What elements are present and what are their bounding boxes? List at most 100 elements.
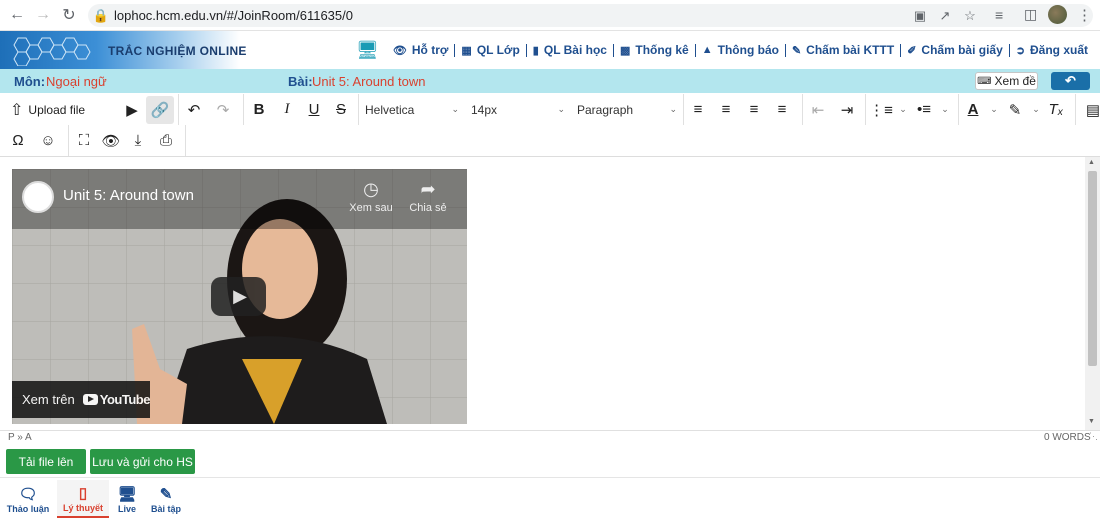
omega-icon[interactable]: Ω bbox=[0, 127, 36, 155]
play-icon: ▶ bbox=[233, 286, 247, 306]
youtube-label: YouTube bbox=[99, 392, 151, 407]
tab-ly-thuyet[interactable]: ▯ Lý thuyết bbox=[57, 480, 109, 518]
bai-value: Unit 5: Around town bbox=[312, 74, 426, 89]
channel-avatar[interactable] bbox=[22, 181, 54, 213]
tab-label: Bài tập bbox=[150, 503, 181, 514]
address-bar[interactable]: 🔒 lophoc.hcm.edu.vn/#/JoinRoom/611635/0 … bbox=[88, 4, 1093, 27]
link-icon[interactable]: 🔗 bbox=[146, 95, 174, 124]
chevron-down-icon[interactable]: ⌄ bbox=[1029, 96, 1043, 124]
text-color-icon[interactable]: A bbox=[959, 96, 987, 124]
menu-kebab-icon[interactable]: ⋮ bbox=[1077, 6, 1092, 24]
hexagon-logo-icon bbox=[13, 37, 91, 66]
fullscreen-icon[interactable]: ⛶ bbox=[69, 127, 99, 155]
tab-label: Lý thuyết bbox=[62, 502, 103, 513]
resize-handle-icon[interactable]: ⋱ bbox=[1089, 431, 1098, 442]
view-exam-button[interactable]: ⌨ Xem đề bbox=[975, 72, 1038, 90]
logout-icon: ➲ bbox=[1015, 44, 1025, 57]
preview-eye-icon[interactable]: 👁 bbox=[99, 127, 123, 155]
strikethrough-icon[interactable]: S bbox=[328, 96, 354, 124]
element-path[interactable]: P » A bbox=[8, 432, 32, 443]
nav-label: Chấm bài giấy bbox=[921, 43, 1003, 57]
nav-ql-bai-hoc[interactable]: ▮ QL Bài học bbox=[527, 43, 614, 57]
font-family-select[interactable]: Helvetica ⌄ bbox=[359, 96, 465, 124]
nav-label: Hỗ trợ bbox=[411, 43, 449, 57]
scroll-down-icon[interactable]: ▼ bbox=[1088, 418, 1095, 425]
numbered-list-icon[interactable]: ⋮≡ bbox=[866, 96, 896, 124]
chevron-down-icon[interactable]: ⌄ bbox=[987, 96, 1001, 124]
nav-thong-bao[interactable]: ▲ Thông báo bbox=[696, 43, 786, 57]
font-size-select[interactable]: 14px ⌄ bbox=[465, 96, 571, 124]
tab-live[interactable]: 🖥 Live bbox=[112, 480, 142, 518]
mon-value: Ngoại ngữ bbox=[46, 74, 107, 89]
reload-icon[interactable]: ↻ bbox=[56, 2, 82, 28]
scroll-thumb[interactable] bbox=[1088, 171, 1097, 366]
redo-icon[interactable]: ↷ bbox=[209, 96, 237, 124]
download-icon[interactable]: ⤓ bbox=[123, 127, 153, 155]
chevron-down-icon[interactable]: ⌄ bbox=[938, 96, 952, 124]
nav-dang-xuat[interactable]: ➲ Đăng xuất bbox=[1010, 43, 1094, 57]
align-justify-icon[interactable]: ≡ bbox=[768, 96, 796, 124]
editor-content[interactable]: Unit 5: Around town ◷ Xem sau ➦ Chia sẻ … bbox=[0, 157, 1100, 430]
clock-icon: ◷ bbox=[363, 179, 379, 199]
page-break-icon[interactable]: ▤ bbox=[1076, 96, 1100, 124]
edit-icon: ✎ bbox=[791, 44, 802, 57]
italic-icon[interactable]: I bbox=[274, 96, 300, 124]
watch-on-youtube-button[interactable]: Xem trên YouTube bbox=[12, 381, 150, 418]
upload-file-action-button[interactable]: Tải file lên bbox=[6, 449, 86, 474]
nav-ql-lop[interactable]: ▦ QL Lớp bbox=[455, 43, 527, 57]
monitor-icon[interactable]: 🖥 bbox=[356, 40, 379, 61]
highlight-icon[interactable]: ✎ bbox=[1001, 96, 1029, 124]
back-arrow-icon[interactable]: ← bbox=[4, 2, 30, 28]
nav-cham-bai-giay[interactable]: ✐ Chấm bài giấy bbox=[901, 43, 1010, 57]
indent-icon[interactable]: ⇥ bbox=[833, 96, 861, 124]
back-button[interactable]: ↶ bbox=[1051, 72, 1090, 90]
youtube-video-embed[interactable]: Unit 5: Around town ◷ Xem sau ➦ Chia sẻ … bbox=[12, 169, 467, 424]
chevron-down-icon[interactable]: ⌄ bbox=[896, 96, 910, 124]
media-icon[interactable]: ▶ bbox=[118, 96, 146, 124]
block-format-select[interactable]: Paragraph ⌄ bbox=[571, 96, 683, 124]
star-icon[interactable]: ☆ bbox=[961, 7, 979, 25]
nav-cham-bai-kttt[interactable]: ✎ Chấm bài KTTT bbox=[786, 43, 902, 57]
bullet-list-icon[interactable]: •≡ bbox=[910, 96, 938, 124]
youtube-logo-icon bbox=[82, 394, 98, 405]
app-header: TRẮC NGHIỆM ONLINE 🖥 👁 Hỗ trợ ▦ QL Lớp ▮ QL… bbox=[0, 31, 1100, 69]
align-right-icon[interactable]: ≡ bbox=[740, 96, 768, 124]
outdent-icon[interactable]: ⇤ bbox=[803, 96, 833, 124]
save-send-button[interactable]: Lưu và gửi cho HS bbox=[90, 449, 195, 474]
tab-label: Live bbox=[117, 503, 136, 514]
share-button[interactable]: ➦ Chia sẻ bbox=[406, 179, 450, 214]
watch-later-button[interactable]: ◷ Xem sau bbox=[348, 179, 394, 214]
nav-ho-tro[interactable]: 👁 Hỗ trợ bbox=[387, 43, 456, 57]
emoji-icon[interactable]: ☺ bbox=[36, 127, 60, 155]
camera-icon[interactable]: ▣ bbox=[911, 7, 929, 25]
nav-label: Thống kê bbox=[635, 43, 689, 57]
editor-scrollbar[interactable]: ▲ ▼ bbox=[1085, 157, 1100, 430]
nav-thong-ke[interactable]: ▩ Thống kê bbox=[614, 43, 696, 57]
nav-label: QL Lớp bbox=[476, 43, 520, 57]
play-button[interactable]: ▶ bbox=[211, 277, 266, 316]
tab-bai-tap[interactable]: ✎ Bài tập bbox=[148, 480, 184, 518]
align-left-icon[interactable]: ≡ bbox=[684, 96, 712, 124]
undo-icon[interactable]: ↶ bbox=[179, 96, 209, 124]
align-center-icon[interactable]: ≡ bbox=[712, 96, 740, 124]
forward-arrow-icon[interactable]: → bbox=[30, 2, 56, 28]
scroll-up-icon[interactable]: ▲ bbox=[1088, 159, 1095, 166]
reading-list-icon[interactable]: ≡ bbox=[995, 7, 1003, 23]
tab-thao-luan[interactable]: 🗨 Thảo luận bbox=[4, 480, 52, 518]
bell-icon: ▲ bbox=[701, 44, 713, 56]
toolbar-row-2: Ω ☺ ⛶ 👁 ⤓ ⎙ bbox=[0, 125, 186, 156]
logo-text: TRẮC NGHIỆM ONLINE bbox=[108, 44, 247, 58]
bold-icon[interactable]: B bbox=[244, 96, 274, 124]
clear-format-icon[interactable]: Tₓ bbox=[1043, 96, 1069, 124]
avatar[interactable] bbox=[1048, 5, 1067, 24]
video-title[interactable]: Unit 5: Around town bbox=[63, 187, 194, 204]
sidebar-icon[interactable]: ◫ bbox=[1024, 6, 1037, 23]
pencil-icon: ✐ bbox=[907, 44, 917, 57]
print-icon[interactable]: ⎙ bbox=[153, 127, 179, 155]
upload-file-button[interactable]: ⇧ Upload file bbox=[0, 96, 118, 124]
share-icon[interactable]: ↗ bbox=[936, 7, 954, 25]
book-icon: ▮ bbox=[532, 44, 539, 57]
nav-label: Chấm bài KTTT bbox=[806, 43, 895, 57]
underline-icon[interactable]: U bbox=[300, 96, 328, 124]
watch-later-label: Xem sau bbox=[349, 202, 393, 214]
